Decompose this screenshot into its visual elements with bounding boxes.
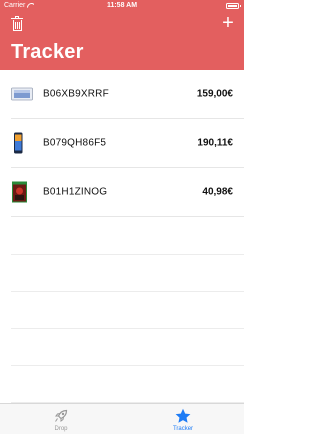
list-item[interactable]: B06XB9XRRF 159,00€ <box>11 70 244 119</box>
rocket-icon <box>55 409 68 422</box>
status-time: 11:58 AM <box>106 2 138 9</box>
list-item[interactable]: B079QH86F5 190,11€ <box>11 119 244 168</box>
item-price: 159,00€ <box>196 88 233 100</box>
add-button[interactable]: + <box>218 13 238 33</box>
tab-tracker-label: Tracker <box>172 426 194 432</box>
tab-bar: Drop Tracker <box>0 403 244 434</box>
empty-rows <box>11 218 244 403</box>
phone-thumbnail <box>14 132 23 154</box>
trash-icon[interactable] <box>11 16 23 31</box>
list-item[interactable]: B01H1ZINOG 40,98€ <box>11 168 244 217</box>
status-bar: Carrier 11:58 AM <box>0 0 244 12</box>
tab-drop-label: Drop <box>54 426 68 432</box>
item-price: 190,11€ <box>197 137 233 149</box>
star-icon <box>175 408 191 423</box>
item-sku: B01H1ZINOG <box>43 186 108 198</box>
tablet-thumbnail <box>11 87 33 101</box>
tracked-items-list: B06XB9XRRF 159,00€ B079QH86F5 190,11€ B0… <box>0 70 244 217</box>
navigation-header: Carrier 11:58 AM + Tracker <box>0 0 244 70</box>
item-price: 40,98€ <box>202 186 233 198</box>
battery-icon <box>226 3 241 9</box>
game-box-thumbnail <box>12 181 27 203</box>
tab-drop[interactable]: Drop <box>0 404 122 434</box>
page-title: Tracker <box>11 41 84 63</box>
item-sku: B06XB9XRRF <box>43 88 109 100</box>
item-sku: B079QH86F5 <box>43 137 107 149</box>
tab-tracker[interactable]: Tracker <box>122 404 244 434</box>
